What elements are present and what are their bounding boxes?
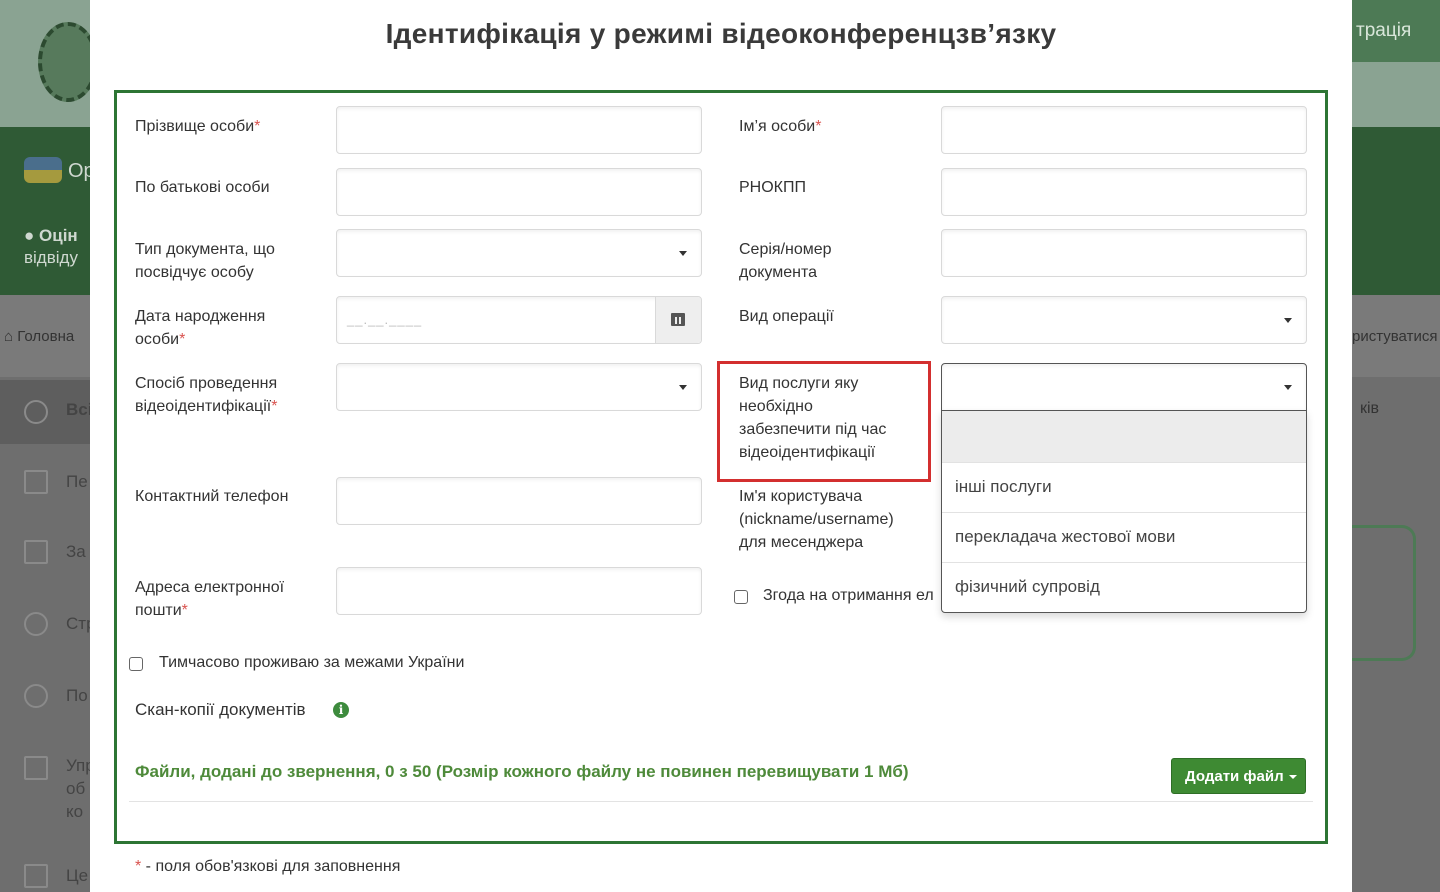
abroad-label: Тимчасово проживаю за межами України [159,654,465,671]
consent-checkbox[interactable] [734,590,748,604]
modal-title: Ідентифікація у режимі відеоконференцзв’… [385,18,1057,49]
phone-input[interactable] [336,477,702,525]
breadcrumb-right-link: ристуватися ? [1352,328,1438,345]
sidebar-item: Всі [0,380,93,444]
email-input[interactable] [336,567,702,615]
form-icon [24,540,48,564]
sidebar-item-label: Всі [66,400,93,419]
consent-label: Згода на отримання ел [763,587,934,604]
dropdown-option[interactable]: інші послуги [942,463,1306,513]
calendar-button[interactable] [655,297,701,343]
scans-label: Скан-копії документів [135,700,306,719]
method-label: Спосіб проведення відеоідентифікації* [135,375,278,415]
sidebar-item-label: По [66,686,88,705]
name-input[interactable] [941,106,1307,154]
caret-down-icon [679,251,687,256]
folder-icon [24,756,48,780]
date-mask-placeholder: __.__.____ [347,312,423,327]
doc-number-input[interactable] [941,229,1307,277]
sidebar-item: По [0,664,90,728]
dropdown-option-empty[interactable] [942,411,1306,463]
star-icon [24,684,48,708]
service-label: Вид послуги яку необхідно забезпечити пі… [739,375,887,461]
nickname-label: Ім'я користувача (nickname/username) для… [739,488,894,551]
breadcrumb-home: ⌂ Головна [4,328,75,345]
method-select[interactable] [336,363,702,411]
name-label: Ім’я особи* [739,118,822,135]
service-dropdown-list: інші послуги перекладача жестової мови ф… [941,410,1307,613]
sidebar-item-label: За [66,542,86,561]
rnokpp-input[interactable] [941,168,1307,216]
right-panel-text: ків [1360,400,1380,417]
info-icon[interactable]: i [333,702,349,718]
birthdate-input[interactable]: __.__.____ [336,296,702,344]
calendar-icon [671,313,685,326]
envelope-icon [24,470,48,494]
comment-icon: ● [24,226,35,245]
register-button: трація [1352,0,1440,62]
sidebar-item: Упр об ко [0,742,95,832]
required-footnote: * - поля обов'язкові для заповнення [135,858,401,875]
doc-type-select[interactable] [336,229,702,277]
surname-label: Прізвище особи* [135,118,261,135]
abroad-checkbox[interactable] [129,657,143,671]
caret-down-icon [1284,385,1292,390]
sidebar-item: Це [0,846,90,892]
banner-rate-link: ● Оцін [24,226,78,245]
home-icon: ⌂ [4,328,14,345]
divider [129,801,1313,802]
sidebar-item: Пе [0,450,90,514]
sidebar-item-label: ко [66,802,84,821]
info-circle-icon [24,612,48,636]
folder-icon [24,864,48,888]
files-info-text: Файли, додані до звернення, 0 з 50 (Розм… [135,762,909,781]
operation-label: Вид операції [739,308,834,325]
caret-down-icon [1288,775,1297,780]
list-icon [24,400,48,424]
site-logo [38,22,98,102]
sidebar-item-label: Пе [66,472,88,491]
operation-select[interactable] [941,296,1307,344]
doc-type-label: Тип документа, що посвідчує особу [135,241,275,281]
caret-down-icon [679,385,687,390]
sidebar-item-label: об [66,779,86,798]
sidebar-item: За [0,520,90,584]
sidebar-item: Стр [0,592,96,656]
birthdate-label: Дата народження особи* [135,308,266,348]
dropdown-option[interactable]: перекладача жестової мови [942,513,1306,563]
dropdown-option[interactable]: фізичний супровід [942,563,1306,613]
ukraine-map-icon [24,157,62,183]
email-label: Адреса електронної пошти* [135,579,285,619]
add-file-button[interactable]: Додати файл [1171,758,1306,794]
rnokpp-label: РНОКПП [739,179,806,196]
banner-subtitle: відвіду [24,248,78,267]
service-select[interactable] [941,363,1307,411]
surname-input[interactable] [336,106,702,154]
caret-down-icon [1284,318,1292,323]
patronymic-label: По батькові особи [135,179,270,196]
sidebar-item-label: Це [66,866,89,885]
right-card [1352,525,1416,661]
doc-number-label: Серія/номер документа [739,241,832,281]
patronymic-input[interactable] [336,168,702,216]
phone-label: Контактний телефон [135,488,289,505]
